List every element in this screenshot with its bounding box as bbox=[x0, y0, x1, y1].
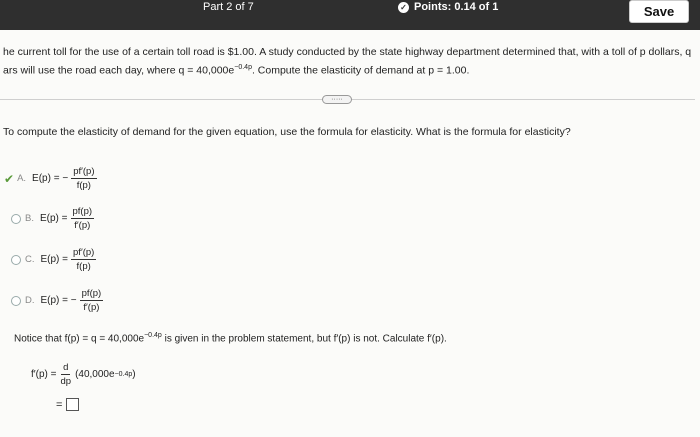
option-c[interactable]: C. E(p) = pf′(p) f(p) bbox=[11, 247, 97, 272]
option-a[interactable]: ✔ A. E(p) = − pf′(p) f(p) bbox=[4, 166, 97, 191]
option-letter: D. bbox=[25, 295, 35, 306]
top-bar: Part 2 of 7 ✓ Points: 0.14 of 1 Save bbox=[0, 0, 700, 30]
option-lhs: E(p) = bbox=[39, 213, 68, 224]
option-fraction: pf′(p) f(p) bbox=[71, 247, 97, 272]
answer-input[interactable] bbox=[66, 398, 80, 411]
problem-line-1: he current toll for the use of a certain… bbox=[3, 46, 692, 58]
option-lhs: E(p) = bbox=[40, 254, 69, 265]
points-text: Points: 0.14 of 1 bbox=[414, 1, 499, 13]
answer-row: = bbox=[56, 398, 80, 411]
points-indicator: ✓ Points: 0.14 of 1 bbox=[398, 0, 498, 14]
question-text: To compute the elasticity of demand for … bbox=[3, 126, 571, 138]
part-indicator: Part 2 of 7 bbox=[203, 1, 254, 13]
notice-text: Notice that f(p) = q = 40,000e−0.4p is g… bbox=[14, 332, 447, 345]
option-fraction: pf(p) f′(p) bbox=[70, 206, 95, 231]
option-letter: A. bbox=[17, 173, 27, 184]
derivative-expression: f′(p) = d dp (40,000e −0.4p) bbox=[31, 362, 136, 387]
option-fraction: pf(p) f′(p) bbox=[79, 288, 104, 313]
option-letter: C. bbox=[25, 254, 35, 265]
derivative-lhs: f′(p) = bbox=[31, 369, 57, 380]
equals-sign: = bbox=[56, 398, 63, 411]
check-circle-icon: ✓ bbox=[398, 1, 409, 13]
option-letter: B. bbox=[25, 213, 34, 224]
correct-check-icon: ✔ bbox=[4, 171, 15, 186]
radio-button[interactable] bbox=[11, 213, 21, 224]
radio-button[interactable] bbox=[11, 254, 21, 265]
option-d[interactable]: D. E(p) = − pf(p) f′(p) bbox=[11, 288, 104, 313]
save-button[interactable]: Save bbox=[629, 0, 689, 23]
expand-button[interactable]: ····· bbox=[322, 95, 352, 104]
option-b[interactable]: B. E(p) = pf(p) f′(p) bbox=[11, 206, 95, 231]
d-dp-fraction: d dp bbox=[60, 362, 72, 387]
option-fraction: pf′(p) f(p) bbox=[71, 166, 97, 191]
problem-statement: he current toll for the use of a certain… bbox=[3, 44, 693, 79]
option-lhs: E(p) = − bbox=[40, 295, 77, 306]
radio-button[interactable] bbox=[11, 295, 21, 306]
option-lhs: E(p) = − bbox=[32, 173, 69, 184]
problem-line-2: ars will use the road each day, where q … bbox=[3, 64, 470, 77]
